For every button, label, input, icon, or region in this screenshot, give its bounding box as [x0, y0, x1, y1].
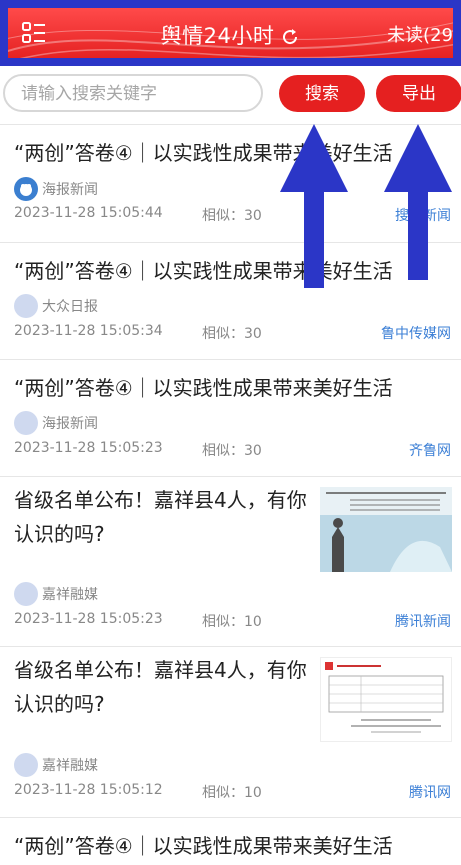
export-button[interactable]: 导出: [376, 75, 461, 112]
publish-time: 2023-11-28 15:05:44: [14, 205, 163, 221]
site-link[interactable]: 鲁中传媒网: [381, 323, 451, 343]
source-name: 大众日报: [42, 299, 98, 315]
source-row: 海报新闻: [14, 177, 98, 201]
list-item[interactable]: 省级名单公布！嘉祥县4人，有你认识的吗? 嘉祥融媒 2023-11-28 15:…: [0, 647, 461, 818]
unread-count[interactable]: 未读(29: [387, 21, 453, 47]
item-title: “两创”答卷④｜以实践性成果带来美好生活: [14, 834, 393, 858]
similar-count: 相似：10: [202, 614, 262, 630]
thumbnail-image: [320, 657, 452, 742]
source-name: 海报新闻: [42, 182, 98, 198]
source-row: 大众日报: [14, 294, 98, 318]
site-link[interactable]: 腾讯新闻: [395, 611, 451, 631]
list-item[interactable]: “两创”答卷④｜以实践性成果带来美好生活: [0, 818, 461, 865]
publish-time: 2023-11-28 15:05:34: [14, 323, 163, 339]
source-name: 嘉祥融媒: [42, 758, 98, 774]
publish-time: 2023-11-28 15:05:23: [14, 611, 163, 627]
source-row: 海报新闻: [14, 411, 98, 435]
header-bar: 舆情24小时 未读(29: [8, 8, 453, 58]
publish-time: 2023-11-28 15:05:23: [14, 440, 163, 456]
search-box: [3, 74, 263, 112]
annotation-arrow: [384, 124, 452, 280]
item-title: “两创”答卷④｜以实践性成果带来美好生活: [14, 376, 393, 400]
thumbnail-image: [320, 487, 452, 572]
similar-count: 相似：10: [202, 785, 262, 801]
source-row: 嘉祥融媒: [14, 753, 98, 777]
search-input[interactable]: [19, 76, 253, 112]
list-item[interactable]: 省级名单公布！嘉祥县4人，有你认识的吗? 嘉祥融媒 2023-11-28 15:…: [0, 477, 461, 647]
item-title: 省级名单公布！嘉祥县4人，有你认识的吗?: [14, 488, 307, 546]
source-avatar-icon: [14, 582, 38, 606]
header-frame: 舆情24小时 未读(29: [0, 0, 461, 66]
site-link[interactable]: 齐鲁网: [409, 440, 451, 460]
source-avatar-icon: [14, 294, 38, 318]
source-avatar-icon: [14, 753, 38, 777]
item-title: 省级名单公布！嘉祥县4人，有你认识的吗?: [14, 658, 307, 716]
refresh-icon[interactable]: [280, 27, 300, 47]
page-title-text: 舆情24小时: [160, 24, 275, 48]
publish-time: 2023-11-28 15:05:12: [14, 782, 163, 798]
annotation-arrow: [280, 124, 348, 288]
source-avatar-icon: [14, 411, 38, 435]
site-link[interactable]: 腾讯网: [409, 782, 451, 802]
source-row: 嘉祥融媒: [14, 582, 98, 606]
similar-count: 相似：30: [202, 326, 262, 342]
list-item[interactable]: “两创”答卷④｜以实践性成果带来美好生活 海报新闻 2023-11-28 15:…: [0, 360, 461, 477]
search-button[interactable]: 搜索: [279, 75, 365, 112]
source-name: 嘉祥融媒: [42, 587, 98, 603]
similar-count: 相似：30: [202, 443, 262, 459]
source-name: 海报新闻: [42, 416, 98, 432]
similar-count: 相似：30: [202, 208, 262, 224]
source-avatar-icon: [14, 177, 38, 201]
